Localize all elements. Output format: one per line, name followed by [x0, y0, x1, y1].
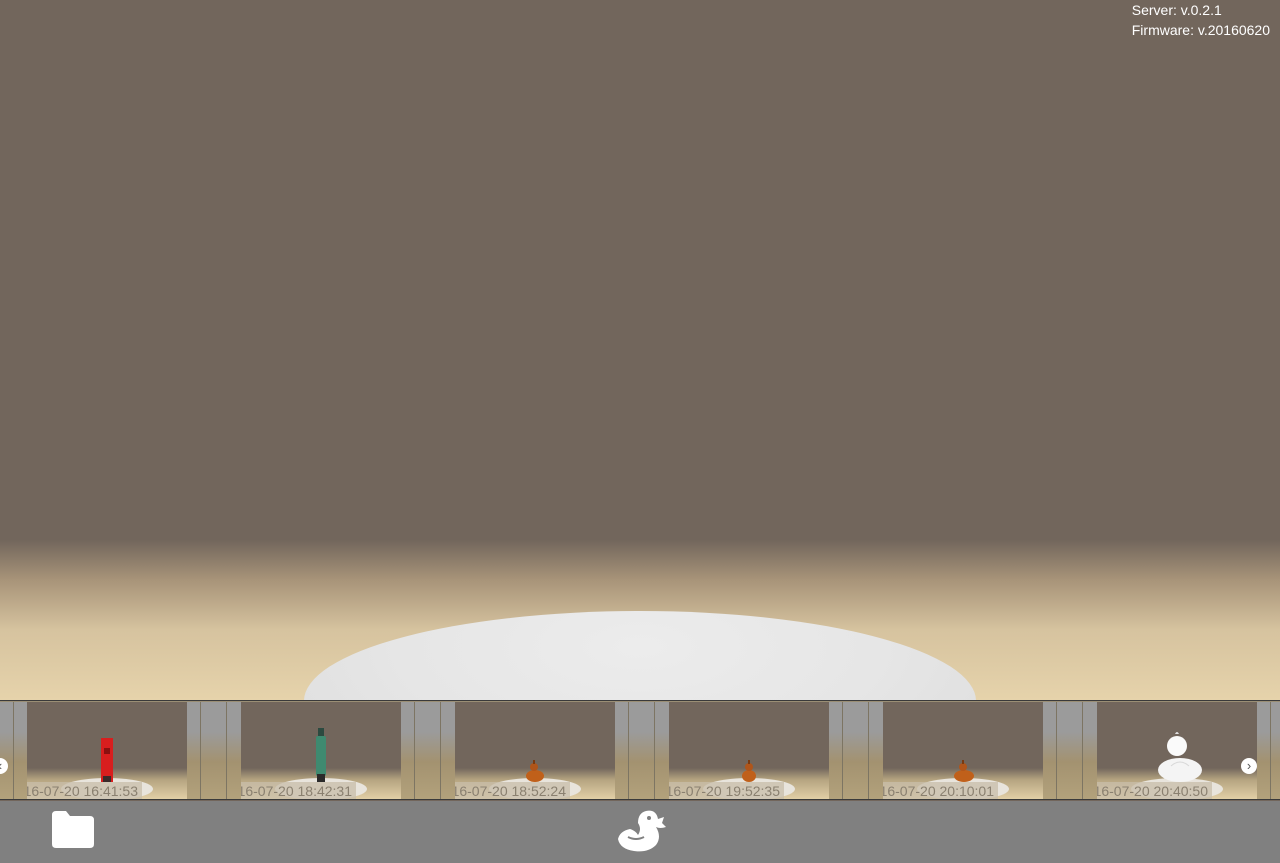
strip-separator: [855, 702, 883, 799]
scan-timestamp: 2016-07-20 16:41:53: [27, 782, 142, 799]
strip-separator: [615, 702, 643, 799]
turntable-platter: [304, 611, 976, 700]
scan-thumbnail[interactable]: 2016-07-20 20:40:50: [1097, 702, 1257, 799]
duck-icon[interactable]: [616, 807, 668, 855]
footer-toolbar: [0, 801, 1280, 863]
scan-thumbnail[interactable]: 2016-07-20 16:41:53: [27, 702, 187, 799]
green-bottle-object: [316, 728, 326, 782]
scan-timestamp: 2016-07-20 20:40:50: [1097, 782, 1212, 799]
folder-icon[interactable]: [50, 809, 96, 849]
chevron-right-icon[interactable]: ›: [1241, 758, 1257, 774]
scan-timestamp: 2016-07-20 19:52:35: [669, 782, 784, 799]
scan-timestamp: 2016-07-20 20:10:01: [883, 782, 998, 799]
red-box-object: [101, 738, 113, 782]
scan-thumbnail[interactable]: 2016-07-20 18:42:31: [241, 702, 401, 799]
strip-separator: [213, 702, 241, 799]
strip-separator: [1043, 702, 1071, 799]
strip-separator: [1257, 702, 1280, 799]
white-duck-object: [1158, 732, 1202, 782]
orange-duck-object: [742, 760, 756, 782]
scan-thumbnail[interactable]: 2016-07-20 20:10:01: [883, 702, 1043, 799]
orange-duck-object: [954, 760, 974, 782]
firmware-version: Firmware: v.20160620: [1131, 22, 1270, 38]
strip-separator: [401, 702, 429, 799]
strip-separator: [1069, 702, 1097, 799]
scan-timestamp: 2016-07-20 18:52:24: [455, 782, 570, 799]
strip-separator: [427, 702, 455, 799]
server-version: Server: v.0.2.1: [1131, 2, 1222, 18]
scan-thumbnail[interactable]: 2016-07-20 18:52:24: [455, 702, 615, 799]
strip-separator: [829, 702, 857, 799]
scan-timestamp: 2016-07-20 18:42:31: [241, 782, 356, 799]
version-info: Server: v.0.2.1 Firmware: v.20160620: [1132, 0, 1270, 40]
scan-history-strip[interactable]: 2016-07-20 16:41:53 2016-07-20 18:42:31 …: [0, 700, 1280, 800]
strip-separator: [641, 702, 669, 799]
orange-duck-object: [526, 760, 544, 782]
scan-thumbnail[interactable]: 2016-07-20 19:52:35: [669, 702, 829, 799]
strip-separator: [187, 702, 215, 799]
strip-separator: [0, 702, 28, 799]
3d-viewport[interactable]: Server: v.0.2.1 Firmware: v.20160620: [0, 0, 1280, 700]
